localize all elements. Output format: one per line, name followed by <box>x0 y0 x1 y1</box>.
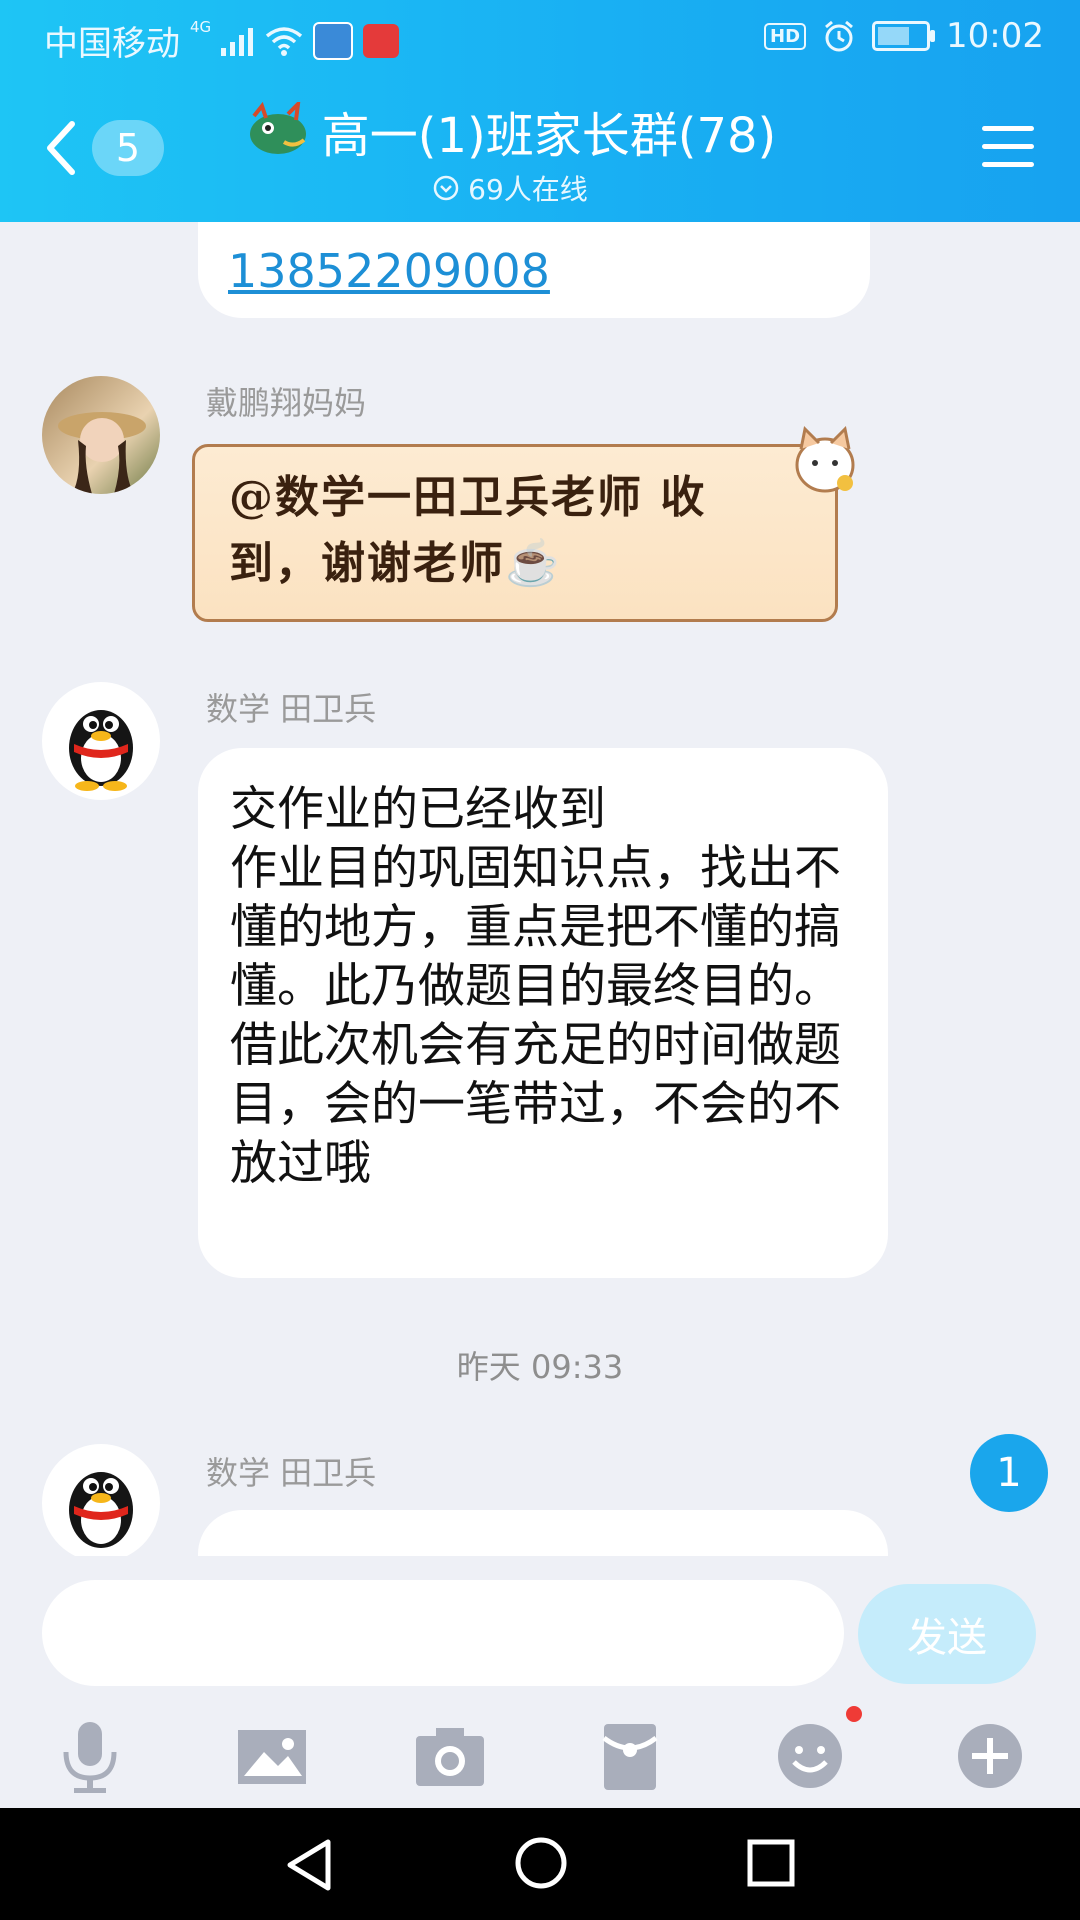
clock: 10:02 <box>946 16 1044 56</box>
message-text: @数学一田卫兵老师 收到，谢谢老师☕ <box>229 472 707 589</box>
wifi-icon <box>266 26 303 56</box>
sender-name: 数学 田卫兵 <box>206 690 377 728</box>
signal-icon <box>221 27 254 56</box>
new-message-badge[interactable]: 1 <box>970 1434 1048 1512</box>
message-input[interactable] <box>42 1580 844 1686</box>
nav-back-icon[interactable] <box>284 1838 334 1892</box>
sender-name: 数学 田卫兵 <box>206 1454 377 1492</box>
lucky-cat-icon <box>795 425 855 493</box>
message-list[interactable]: 13852209008 戴鹏翔妈妈 @数学一田卫兵老师 收到，谢谢老师☕ 数学 … <box>0 222 1080 1556</box>
microphone-icon[interactable] <box>50 1716 130 1796</box>
network-type: 4G <box>190 17 212 36</box>
message-text: 交作业的已经收到 作业目的巩固知识点，找出不懂的地方，重点是把不懂的搞懂。此乃做… <box>230 782 841 1191</box>
app-notification-icon <box>313 21 354 60</box>
image-icon[interactable] <box>232 1716 312 1796</box>
battery-icon <box>872 21 936 51</box>
camera-icon[interactable] <box>410 1716 490 1796</box>
menu-icon[interactable] <box>982 126 1034 180</box>
avatar[interactable] <box>42 1444 160 1556</box>
online-count: 69人在线 <box>468 173 588 206</box>
system-nav-bar <box>0 1808 1080 1920</box>
alarm-icon <box>825 20 853 52</box>
group-title: 高一(1)班家长群(78) <box>321 108 777 164</box>
nav-recents-icon[interactable] <box>746 1838 796 1888</box>
sticker-bubble: @数学一田卫兵老师 收到，谢谢老师☕ <box>192 425 855 622</box>
send-button[interactable]: 发送 <box>858 1584 1036 1684</box>
message-timestamp: 昨天 09:33 <box>456 1348 624 1386</box>
back-arrow-icon[interactable] <box>44 118 78 178</box>
dragon-icon <box>249 102 306 154</box>
carrier-name: 中国移动 <box>44 24 180 64</box>
message-bubble: 交作业的已经收到 作业目的巩固知识点，找出不懂的地方，重点是把不懂的搞懂。此乃做… <box>198 748 888 1278</box>
phone-link[interactable]: 13852209008 <box>228 244 550 298</box>
message-bubble: 13852209008 <box>198 222 870 318</box>
chat-header: 中国移动 4G HD 10:02 5 高一(1)班家长群(78) 69人在线 <box>0 0 1080 222</box>
nav-home-icon[interactable] <box>514 1836 568 1890</box>
red-packet-icon[interactable] <box>590 1716 670 1796</box>
penguin-icon <box>69 710 133 791</box>
emoji-icon[interactable] <box>770 1716 850 1796</box>
hd-icon: HD <box>764 22 807 50</box>
avatar[interactable] <box>42 682 160 800</box>
plus-icon[interactable] <box>950 1716 1030 1796</box>
message-bubble <box>198 1510 888 1556</box>
chevron-down-circle-icon <box>433 175 459 201</box>
unread-count-badge[interactable]: 5 <box>92 120 164 176</box>
sender-name: 戴鹏翔妈妈 <box>206 384 367 422</box>
penguin-icon <box>69 1472 133 1548</box>
music-app-icon <box>363 23 400 58</box>
notification-dot <box>846 1706 862 1722</box>
avatar[interactable] <box>42 376 160 494</box>
input-toolbar <box>0 1716 1080 1806</box>
chat-title-area[interactable]: 高一(1)班家长群(78) 69人在线 <box>230 96 790 208</box>
status-bar: 中国移动 4G HD 10:02 <box>0 0 1080 74</box>
